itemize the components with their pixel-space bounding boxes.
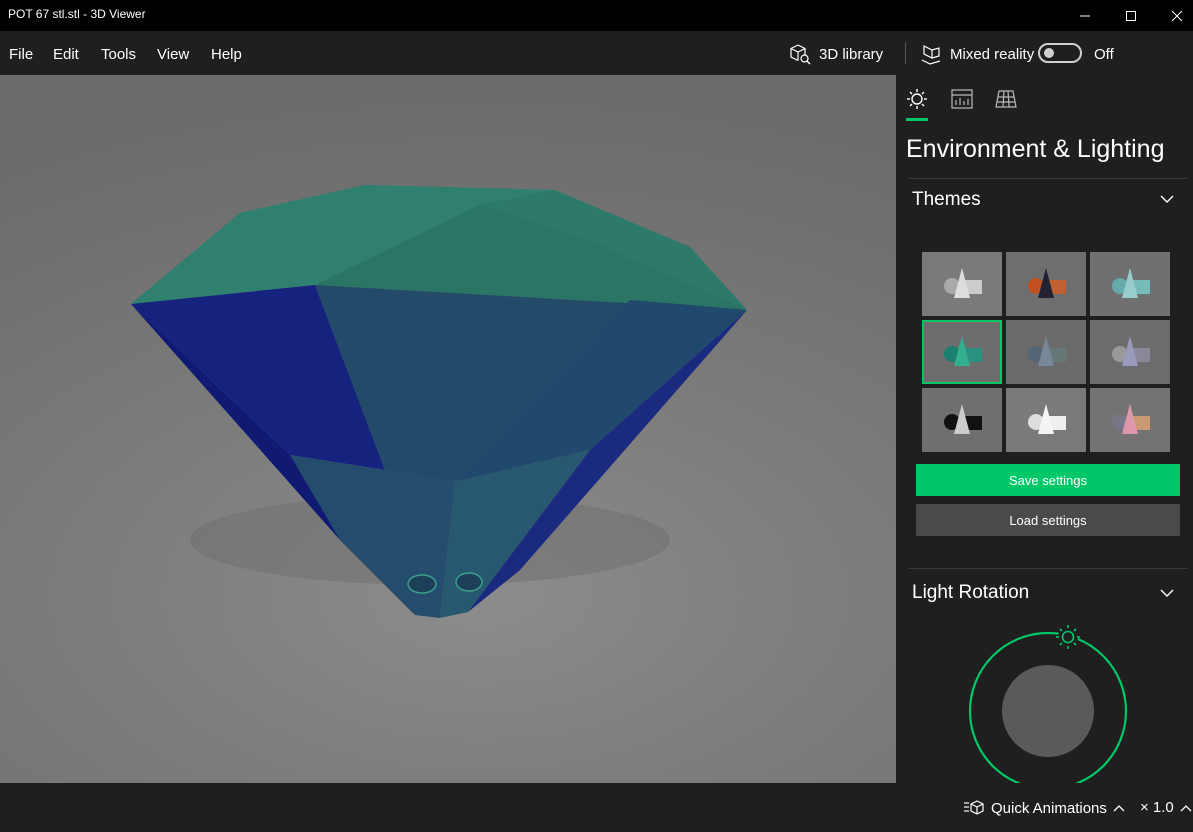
- theme-thumbnail-selected[interactable]: [922, 320, 1002, 384]
- model-hole-right: [455, 572, 483, 592]
- theme-thumbnail[interactable]: [1090, 320, 1170, 384]
- mixed-reality-toggle[interactable]: [1038, 43, 1082, 63]
- close-icon: [1171, 10, 1183, 21]
- theme-thumbnail[interactable]: [1006, 252, 1086, 316]
- 3d-model[interactable]: [0, 75, 896, 783]
- mixed-reality-label: Mixed reality: [950, 45, 1035, 63]
- menu-tools[interactable]: Tools: [101, 46, 136, 63]
- menu-view[interactable]: View: [157, 46, 189, 63]
- cube-search-icon: [790, 44, 811, 65]
- environment-panel: Environment & Lighting Themes Save setti…: [896, 75, 1193, 783]
- 3d-viewport[interactable]: [0, 75, 896, 783]
- toolbar-separator: [905, 42, 906, 64]
- chevron-down-icon[interactable]: [1160, 194, 1174, 204]
- light-rotation-header[interactable]: Light Rotation: [912, 582, 1029, 604]
- divider: [908, 178, 1188, 179]
- minimize-icon: [1080, 15, 1090, 16]
- theme-thumbnail[interactable]: [1006, 320, 1086, 384]
- theme-preview: [1112, 336, 1150, 366]
- close-button[interactable]: [1154, 0, 1193, 31]
- tab-stats[interactable]: [950, 87, 974, 111]
- panel-title: Environment & Lighting: [906, 135, 1165, 163]
- theme-thumbnail[interactable]: [1006, 388, 1086, 452]
- light-rotation-dial[interactable]: [962, 620, 1132, 783]
- theme-preview: [1112, 268, 1150, 298]
- load-settings-button[interactable]: Load settings: [916, 504, 1180, 536]
- rotation-knob[interactable]: [1002, 665, 1094, 757]
- title-bar: POT 67 stl.stl - 3D Viewer: [0, 0, 1193, 31]
- toggle-state-label: Off: [1094, 46, 1114, 63]
- theme-preview: [1112, 404, 1150, 434]
- chevron-up-icon: [1180, 804, 1192, 811]
- stats-icon: [951, 89, 973, 109]
- speed-label: × 1.0: [1140, 799, 1174, 816]
- chevron-up-icon: [1113, 805, 1125, 812]
- animation-speed-button[interactable]: × 1.0: [1140, 799, 1192, 816]
- tab-mesh[interactable]: [994, 87, 1018, 111]
- menu-help[interactable]: Help: [211, 46, 242, 63]
- save-settings-button[interactable]: Save settings: [916, 464, 1180, 496]
- 3d-library-label: 3D library: [819, 45, 884, 63]
- model-hole-left: [407, 574, 437, 594]
- chevron-down-icon[interactable]: [1160, 588, 1174, 598]
- quick-animations-label: Quick Animations: [991, 799, 1107, 817]
- menu-file[interactable]: File: [9, 46, 33, 63]
- mixed-reality-button[interactable]: Mixed reality: [920, 42, 1034, 66]
- status-bar: Quick Animations × 1.0: [0, 783, 1193, 832]
- theme-thumbnail[interactable]: [922, 252, 1002, 316]
- window-title: POT 67 stl.stl - 3D Viewer: [8, 7, 146, 21]
- sun-icon: [907, 89, 927, 109]
- theme-preview: [1028, 404, 1066, 434]
- divider: [908, 568, 1188, 569]
- toggle-knob: [1044, 48, 1054, 58]
- theme-thumbnail[interactable]: [1090, 388, 1170, 452]
- theme-preview: [944, 268, 982, 298]
- theme-thumbnail[interactable]: [922, 388, 1002, 452]
- tab-environment[interactable]: [905, 87, 929, 111]
- theme-preview: [1028, 268, 1066, 298]
- 3d-library-button[interactable]: 3D library: [789, 42, 883, 66]
- theme-thumbnail[interactable]: [1090, 252, 1170, 316]
- animation-icon: [964, 800, 984, 815]
- theme-preview: [944, 404, 982, 434]
- quick-animations-button[interactable]: Quick Animations: [963, 799, 1125, 817]
- active-tab-indicator: [906, 118, 928, 121]
- mixed-reality-icon: [921, 45, 941, 65]
- theme-preview: [1028, 336, 1066, 366]
- menu-edit[interactable]: Edit: [53, 46, 79, 63]
- maximize-icon: [1126, 10, 1136, 21]
- grid-icon: [995, 90, 1017, 108]
- menu-bar: File Edit Tools View Help 3D library Mix…: [0, 31, 1193, 75]
- light-source-icon[interactable]: [1056, 625, 1080, 649]
- minimize-button[interactable]: [1062, 0, 1108, 31]
- theme-preview: [944, 336, 982, 366]
- maximize-button[interactable]: [1108, 0, 1154, 31]
- themes-header[interactable]: Themes: [912, 189, 981, 211]
